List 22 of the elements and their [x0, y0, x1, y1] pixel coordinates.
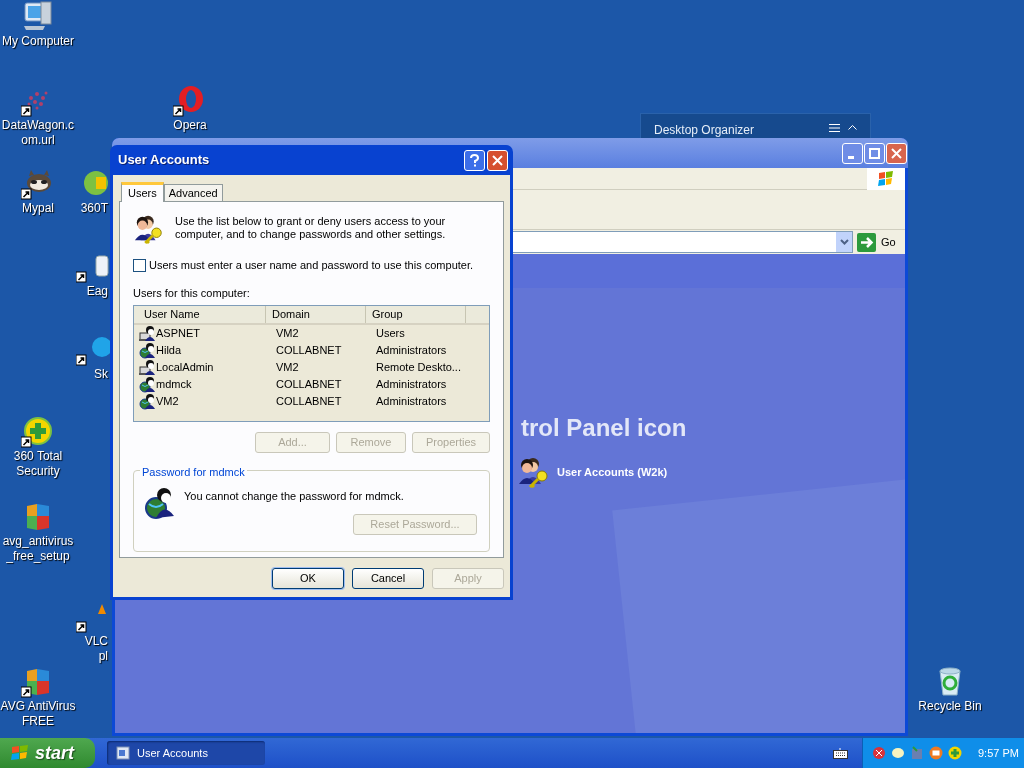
table-cell-text: COLLABNET [275, 343, 343, 359]
table-cell-text: Administrators [375, 377, 448, 393]
table-cell-text: Hilda [156, 343, 182, 359]
dialog-title: User Accounts [118, 151, 211, 170]
clock: 9:57 PM [978, 745, 1019, 761]
table-cell-text: Users [375, 326, 406, 342]
table-cell-text: LocalAdmin [156, 360, 214, 376]
table-cell-text: Administrators [375, 343, 448, 359]
table-cell-text: mdmck [156, 377, 192, 393]
table-cell-text: VM2 [156, 394, 179, 410]
table-cell-text: VM2 [275, 360, 300, 376]
intro-text: Use the list below to grant or deny users access to your computer, and to change passwords and other settings. [175, 214, 447, 241]
table-cell-text: Administrators [375, 394, 448, 410]
table-cell-text: VM2 [275, 326, 300, 342]
page-heading: trol Panel icon [521, 413, 687, 443]
organizer-title: Desktop Organizer [654, 122, 756, 139]
password-message: You cannot change the password for mdmck. [184, 489, 404, 504]
table-cell-text: COLLABNET [275, 394, 343, 410]
table-cell-text: Remote Deskto... [375, 360, 462, 376]
list-label: Users for this computer: [133, 285, 251, 301]
table-cell-text: ASPNET [156, 326, 200, 342]
table-cell-text: COLLABNET [275, 377, 343, 393]
